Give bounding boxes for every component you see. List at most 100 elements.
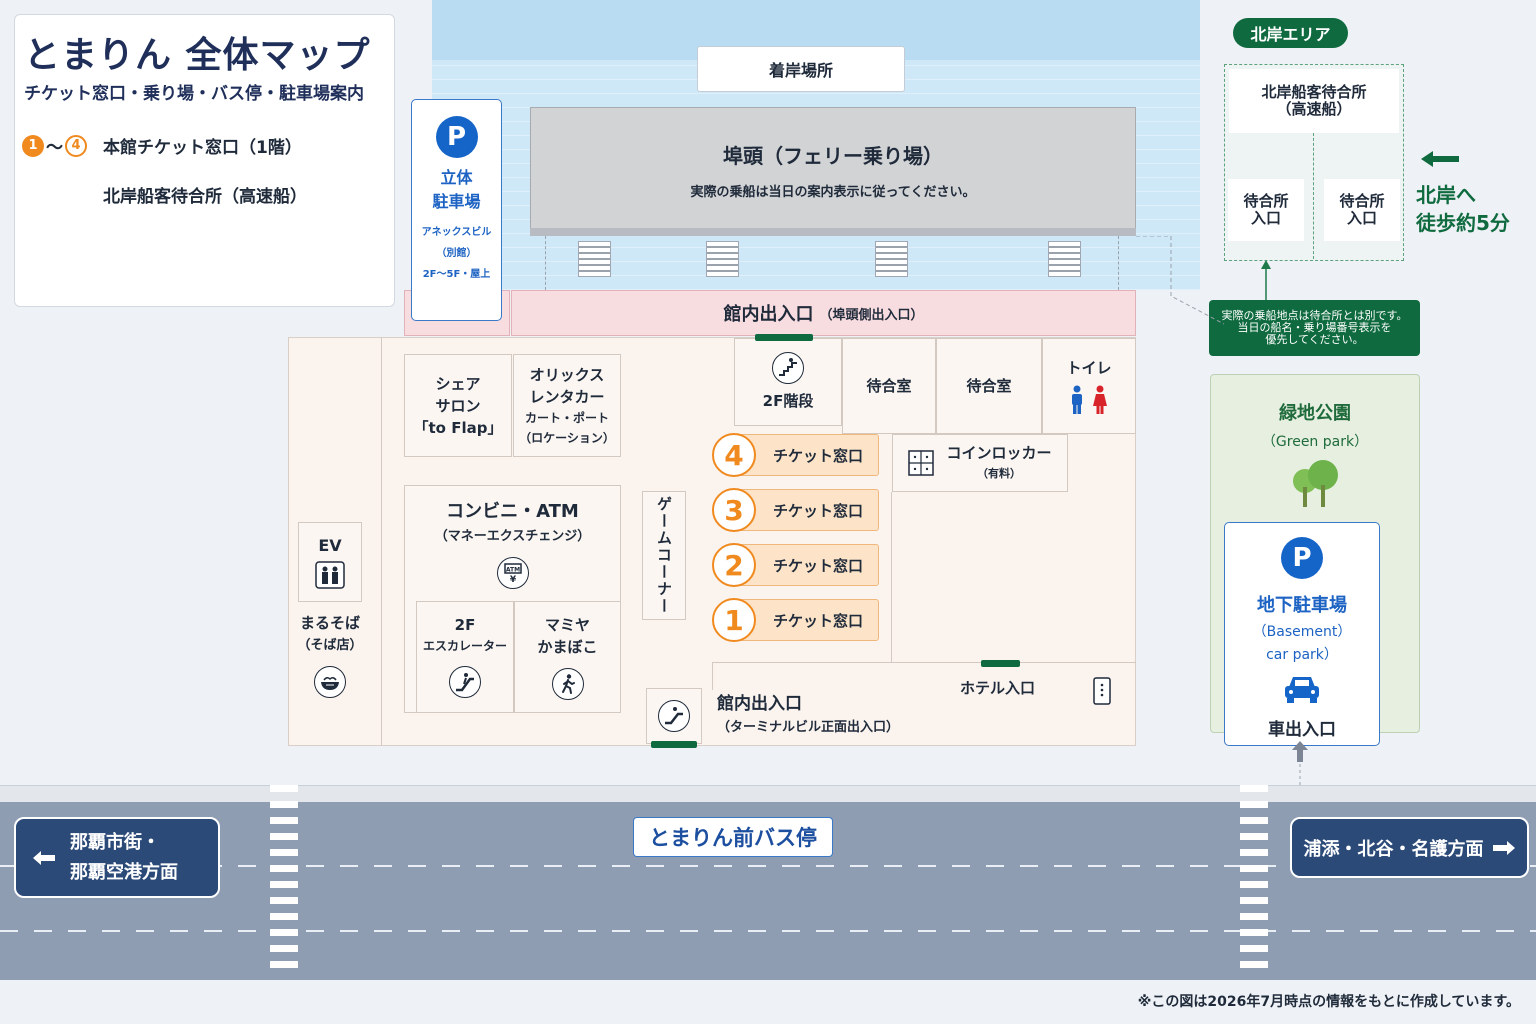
landing-spot: 着岸場所 bbox=[697, 46, 905, 92]
sign-naha-text: 那覇市街・ 那覇空港方面 bbox=[70, 828, 178, 888]
arrow-up-icon bbox=[1261, 260, 1271, 301]
pier-entrance[interactable]: 館内出入口 （埠頭側出入口） bbox=[511, 290, 1136, 336]
dashed-guide bbox=[1118, 236, 1119, 290]
front-entrance[interactable]: 館内出入口 （ターミナルビル正面出入口） bbox=[717, 689, 899, 738]
car-icon bbox=[1285, 677, 1319, 703]
bus-stop[interactable]: とまりん前バス停 bbox=[633, 817, 833, 857]
elevator-icon bbox=[315, 561, 345, 589]
locker-icon bbox=[908, 450, 935, 476]
game-corner-label: ゲームコーナー bbox=[655, 496, 673, 615]
elevator[interactable]: EV bbox=[298, 522, 362, 602]
ticket-counter-4[interactable]: チケット窓口 bbox=[736, 434, 879, 476]
landing-label: 着岸場所 bbox=[768, 61, 833, 80]
waiting-room-1-label: 待合室 bbox=[866, 377, 912, 395]
sign-naha-line1: 那覇市街・ bbox=[70, 831, 160, 853]
mamiya-kamaboko[interactable]: マミヤ かまぼこ bbox=[514, 601, 621, 713]
arrow-left-icon bbox=[33, 850, 55, 865]
coin-locker-text: コインロッカー （有料） bbox=[946, 442, 1051, 484]
map-subtitle: チケット窓口・乗り場・バス停・駐車場案内 bbox=[24, 84, 364, 104]
north-entrance-1[interactable]: 待合所 入口 bbox=[1228, 179, 1304, 241]
waiting-room-2[interactable]: 待合室 bbox=[936, 338, 1042, 434]
north-ent2-line2: 入口 bbox=[1346, 209, 1377, 227]
ticket-counter-1-label: チケット窓口 bbox=[773, 611, 864, 630]
orix-line1: オリックス bbox=[529, 365, 605, 384]
terminal-divider bbox=[381, 337, 382, 746]
hotel-entrance[interactable]: ホテル入口 bbox=[960, 677, 1035, 699]
pier-note: 実際の乗船は当日の案内表示に従ってください。 bbox=[690, 185, 976, 200]
legend-north-label: 北岸船客待合所（高速船） bbox=[103, 187, 307, 207]
coin-locker-sub: （有料） bbox=[976, 467, 1021, 480]
gangway bbox=[578, 241, 611, 277]
ticket-counter-3[interactable]: チケット窓口 bbox=[736, 489, 879, 531]
escalator-line1: 2F bbox=[454, 616, 476, 634]
map-title: とまりん 全体マップ bbox=[24, 35, 371, 76]
car-exit-label: 車出入口 bbox=[1268, 720, 1336, 740]
front-entrance-sub: （ターミナルビル正面出入口） bbox=[717, 720, 900, 735]
basement-parking-name: 地下駐車場 bbox=[1257, 595, 1347, 616]
basement-parking[interactable]: P 地下駐車場 （Basement） car park） 車出入口 bbox=[1224, 522, 1380, 746]
parking-tower[interactable]: P 立体 駐車場 アネックスビル （別館） 2F〜5F・屋上 bbox=[411, 99, 502, 321]
north-boarding-note: 実際の乗船地点は待合所とは別です。 当日の船名・乗り場番号表示を 優先してくださ… bbox=[1209, 300, 1420, 356]
marusoba[interactable]: まるそば （そば店） bbox=[293, 612, 367, 698]
convenience-label: コンビニ・ATM bbox=[446, 501, 579, 522]
counter-number-1: 1 bbox=[712, 598, 756, 642]
stairs-2f[interactable]: 2F階段 bbox=[734, 338, 842, 426]
marusoba-sub: （そば店） bbox=[297, 638, 363, 653]
share-salon-line1: シェア bbox=[435, 374, 481, 393]
svg-text:ATM: ATM bbox=[505, 567, 519, 574]
dashed-guide bbox=[545, 236, 546, 290]
crosswalk bbox=[270, 785, 298, 968]
tree-icon bbox=[1293, 460, 1338, 507]
hall-divider bbox=[891, 492, 892, 663]
green-park-title: 緑地公園 bbox=[1279, 403, 1351, 424]
coin-locker[interactable]: コインロッカー （有料） bbox=[892, 434, 1068, 492]
north-entrance-2[interactable]: 待合所 入口 bbox=[1324, 179, 1400, 241]
front-escalator-icon bbox=[658, 700, 690, 732]
lane-line bbox=[0, 930, 1536, 932]
walking-icon bbox=[551, 668, 584, 700]
noodle-bowl-icon bbox=[314, 666, 346, 698]
north-ent1-line1: 待合所 bbox=[1243, 192, 1289, 210]
legend-num-start: 1 bbox=[22, 134, 44, 157]
north-head-line2: （高速船） bbox=[1276, 100, 1352, 118]
sign-naha-line2: 那覇空港方面 bbox=[70, 861, 178, 883]
male-icon bbox=[1072, 385, 1082, 414]
orix-line4: （ロケーション） bbox=[519, 430, 615, 445]
toilet-label: トイレ bbox=[1066, 359, 1112, 377]
share-salon[interactable]: シェア サロン 「to Flap」 bbox=[404, 354, 512, 457]
front-entrance-label: 館内出入口 bbox=[717, 694, 802, 714]
legend-num-end: 4 bbox=[65, 134, 87, 157]
arrow-left-icon bbox=[1421, 151, 1459, 167]
counter-number-4: 4 bbox=[712, 433, 756, 477]
escalator-icon bbox=[449, 666, 481, 698]
north-note-line3: 優先してください。 bbox=[1265, 333, 1364, 346]
svg-text:¥: ¥ bbox=[509, 575, 516, 584]
north-walk-info: 北岸へ 徒歩約5分 bbox=[1416, 181, 1510, 237]
pier-entrance-sub: （埠頭側出入口） bbox=[819, 307, 924, 323]
north-ent2-line1: 待合所 bbox=[1339, 192, 1385, 210]
parking-tower-sub3: 2F〜5F・屋上 bbox=[422, 269, 491, 280]
ticket-counter-2-label: チケット窓口 bbox=[773, 556, 864, 575]
share-salon-line3: 「to Flap」 bbox=[413, 418, 503, 437]
counter-number-3: 3 bbox=[712, 488, 756, 532]
game-corner[interactable]: ゲームコーナー bbox=[642, 491, 686, 620]
lobby-line bbox=[712, 662, 891, 663]
elevator-label: EV bbox=[318, 536, 342, 555]
pier-edge bbox=[530, 228, 1136, 236]
lobby-line bbox=[712, 662, 713, 690]
atm-icon: ATM ¥ bbox=[496, 557, 529, 589]
orix-rentacar[interactable]: オリックス レンタカー カート・ポート （ロケーション） bbox=[513, 354, 621, 457]
north-area-badge: 北岸エリア bbox=[1233, 18, 1348, 48]
escalator-2f[interactable]: 2F エスカレーター bbox=[416, 601, 514, 713]
counter-number-2: 2 bbox=[712, 543, 756, 587]
waiting-room-1[interactable]: 待合室 bbox=[842, 338, 936, 434]
ticket-counter-2[interactable]: チケット窓口 bbox=[736, 544, 879, 586]
pier-title: 埠頭（フェリー乗り場） bbox=[723, 144, 943, 168]
sign-naha: 那覇市街・ 那覇空港方面 bbox=[14, 817, 220, 898]
toilet[interactable]: トイレ bbox=[1042, 338, 1136, 434]
mamiya-line2: かまぼこ bbox=[537, 638, 598, 656]
convenience-sub: （マネーエクスチェンジ） bbox=[434, 529, 591, 544]
hotel-entrance-marker bbox=[981, 660, 1020, 667]
pier-entrance-marker bbox=[755, 334, 813, 341]
ticket-counter-1[interactable]: チケット窓口 bbox=[736, 599, 879, 641]
